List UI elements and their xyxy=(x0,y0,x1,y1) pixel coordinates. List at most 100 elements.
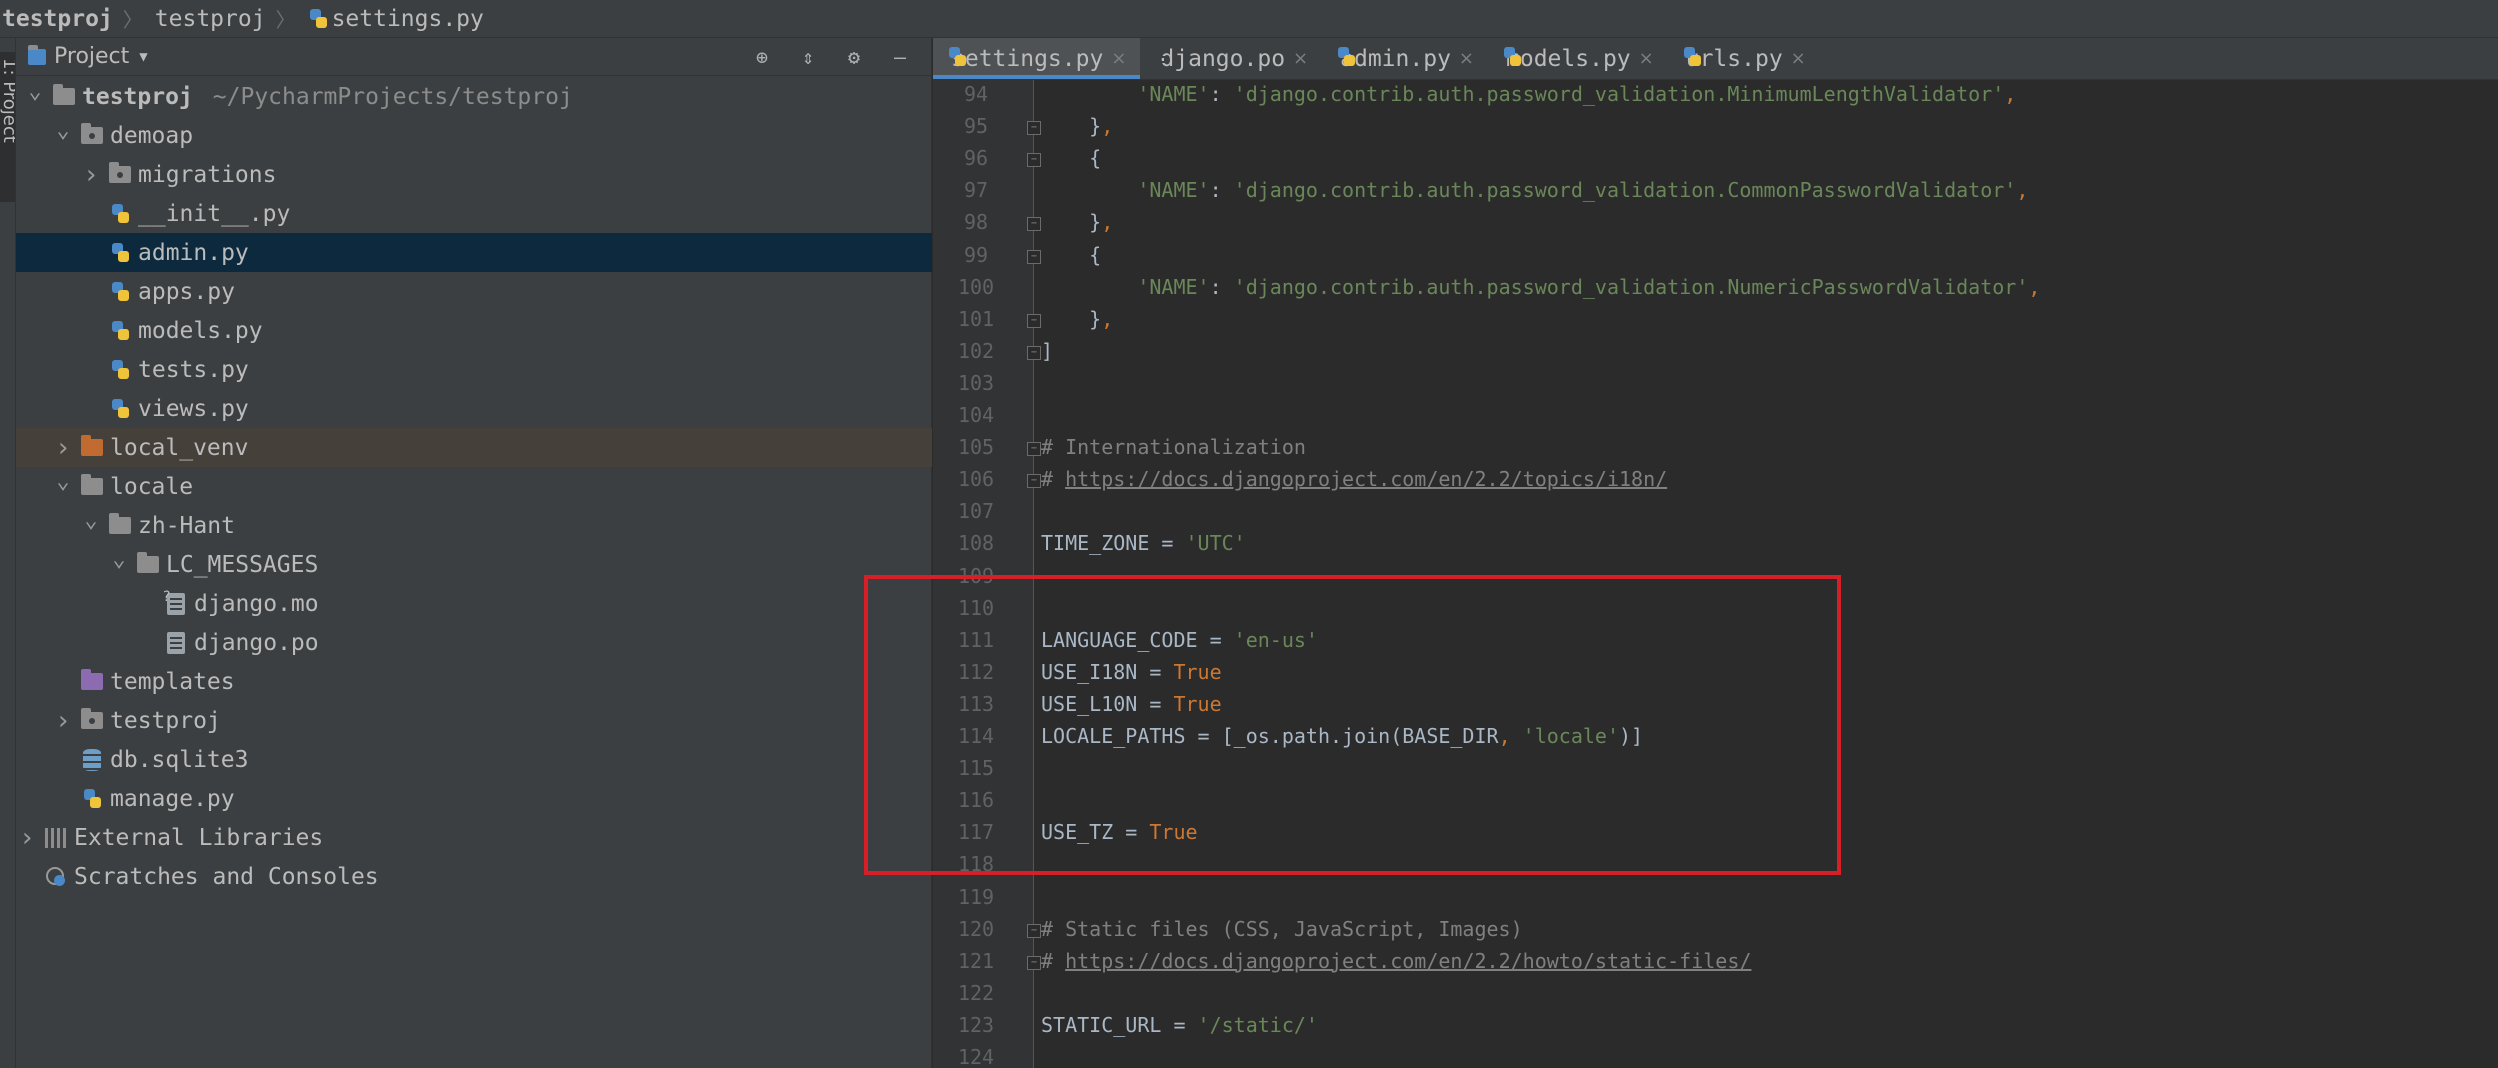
tree-item[interactable]: › local_venv xyxy=(16,428,932,467)
tab-settings-py[interactable]: settings.py × xyxy=(933,38,1141,79)
highlight-annotation-box xyxy=(864,575,1841,875)
python-file-icon xyxy=(108,398,132,420)
minimize-icon[interactable]: — xyxy=(887,44,913,70)
code-line[interactable]: }, xyxy=(1041,307,1113,331)
excluded-folder-icon xyxy=(80,435,104,459)
tree-item[interactable]: › migrations xyxy=(16,155,932,194)
code-line[interactable]: }, xyxy=(1041,114,1113,138)
code-line[interactable]: 'NAME': 'django.contrib.auth.password_va… xyxy=(1041,178,2028,202)
chevron-down-icon[interactable]: ⌄ xyxy=(52,118,74,143)
tree-item[interactable]: ›templates xyxy=(16,662,932,701)
chevron-right-icon[interactable]: › xyxy=(80,160,102,190)
tree-item[interactable]: ›apps.py xyxy=(16,272,932,311)
tree-item[interactable]: ›Scratches and Consoles xyxy=(16,857,932,896)
close-icon[interactable]: × xyxy=(1791,48,1806,69)
po-file-icon xyxy=(164,631,188,654)
tree-item[interactable]: ⌄ locale xyxy=(16,467,932,506)
tab-models-py[interactable]: models.py × xyxy=(1488,38,1668,79)
tree-item[interactable]: ›models.py xyxy=(16,311,932,350)
python-file-icon xyxy=(108,320,132,342)
code-line[interactable]: 'NAME': 'django.contrib.auth.password_va… xyxy=(1041,82,2016,106)
tree-item[interactable]: ⌄ zh-Hant xyxy=(16,506,932,545)
tree-item[interactable]: ›manage.py xyxy=(16,779,932,818)
code-line[interactable]: # Static files (CSS, JavaScript, Images) xyxy=(1041,917,1523,941)
tree-item-label: models.py xyxy=(138,317,263,344)
python-file-icon xyxy=(80,788,104,810)
code-line[interactable]: { xyxy=(1041,243,1101,267)
project-view-selector[interactable]: Project xyxy=(54,44,129,69)
chevron-right-icon[interactable]: › xyxy=(52,433,74,463)
tree-item[interactable]: ›django.po xyxy=(16,623,932,662)
tab-urls-py[interactable]: urls.py × xyxy=(1668,38,1820,79)
tree-item[interactable]: › External Libraries xyxy=(16,818,932,857)
code-line[interactable]: # Internationalization xyxy=(1041,435,1306,459)
code-line[interactable]: }, xyxy=(1041,210,1113,234)
tree-item-label: templates xyxy=(110,668,235,695)
tab-admin-py[interactable]: admin.py × xyxy=(1322,38,1488,79)
breadcrumb-file[interactable]: settings.py xyxy=(306,6,484,32)
line-number: 103 xyxy=(957,370,995,395)
collapse-icon[interactable]: ⇕ xyxy=(795,44,821,70)
fold-marker-icon[interactable]: − xyxy=(1027,442,1041,457)
chevron-right-icon[interactable]: › xyxy=(52,706,74,736)
code-line[interactable]: TIME_ZONE = 'UTC' xyxy=(1041,531,1246,555)
tree-item[interactable]: › testproj xyxy=(16,701,932,740)
line-number: 122 xyxy=(957,980,995,1005)
chevron-right-icon[interactable]: › xyxy=(16,823,38,853)
tree-item[interactable]: ›django.mo xyxy=(16,584,932,623)
tree-item[interactable]: ⌄ LC_MESSAGES xyxy=(16,545,932,584)
code-line[interactable]: # https://docs.djangoproject.com/en/2.2/… xyxy=(1041,467,1667,491)
line-number: 98 xyxy=(963,210,989,235)
chevron-down-icon[interactable]: ⌄ xyxy=(24,79,46,104)
code-line[interactable]: ] xyxy=(1041,339,1053,363)
chevron-down-icon[interactable]: ▼ xyxy=(139,49,147,65)
fold-marker-icon[interactable]: − xyxy=(1027,249,1041,264)
code-editor[interactable]: 94 95 96 97 98 99 100 101 102 103 104 105 106 107 108 1… xyxy=(933,80,2498,1068)
chevron-down-icon[interactable]: ⌄ xyxy=(108,547,130,572)
code-line[interactable]: { xyxy=(1041,146,1101,170)
gear-icon[interactable]: ⚙ xyxy=(841,44,867,70)
close-icon[interactable]: × xyxy=(1111,48,1126,69)
tree-item-label: django.mo xyxy=(194,590,319,617)
tree-item[interactable]: ›views.py xyxy=(16,389,932,428)
project-tool-window-tab[interactable]: 1: Project xyxy=(0,52,15,202)
fold-marker-icon[interactable]: − xyxy=(1027,474,1041,489)
fold-marker-icon[interactable]: − xyxy=(1027,217,1041,232)
code-line[interactable]: # https://docs.djangoproject.com/en/2.2/… xyxy=(1041,949,1751,973)
fold-marker-icon[interactable]: − xyxy=(1027,955,1041,970)
line-number: 97 xyxy=(963,178,989,203)
tree-item[interactable]: ⌄ testproj ~/PycharmProjects/testproj xyxy=(16,77,932,116)
project-view-icon xyxy=(28,44,46,65)
fold-marker-icon[interactable]: − xyxy=(1027,153,1041,168)
tree-item-label: zh-Hant xyxy=(138,512,235,539)
tree-item[interactable]: ›admin.py xyxy=(16,233,932,272)
breadcrumb-package[interactable]: testproj xyxy=(153,6,266,32)
fold-marker-icon[interactable]: − xyxy=(1027,923,1041,938)
tab-django-po[interactable]: django.po × xyxy=(1140,38,1322,79)
locate-icon[interactable]: ⊕ xyxy=(749,44,775,70)
python-file-icon xyxy=(108,242,132,264)
folder-icon xyxy=(108,513,132,537)
close-icon[interactable]: × xyxy=(1459,48,1474,69)
tree-item-label: testproj xyxy=(110,707,221,734)
breadcrumb-separator-icon: 〉 xyxy=(275,8,296,32)
project-panel: Project ▼ ⊕ ⇕ ⚙ — ⌄ testproj ~/PycharmProj… xyxy=(16,38,932,1068)
close-icon[interactable]: × xyxy=(1639,48,1654,69)
fold-marker-icon[interactable]: − xyxy=(1027,121,1041,136)
chevron-down-icon[interactable]: ⌄ xyxy=(80,508,102,533)
breadcrumb-project[interactable]: testproj xyxy=(0,6,113,32)
tree-item[interactable]: ›db.sqlite3 xyxy=(16,740,932,779)
fold-marker-icon[interactable]: − xyxy=(1027,313,1041,328)
tree-item[interactable]: ›__init__.py xyxy=(16,194,932,233)
close-icon[interactable]: × xyxy=(1293,48,1308,69)
fold-marker-icon[interactable]: − xyxy=(1027,345,1041,360)
code-line[interactable]: STATIC_URL = '/static/' xyxy=(1041,1013,1318,1037)
package-folder-icon xyxy=(108,162,132,186)
mo-file-icon xyxy=(163,589,188,615)
tree-item[interactable]: ›tests.py xyxy=(16,350,932,389)
chevron-down-icon[interactable]: ⌄ xyxy=(52,469,74,494)
line-number: 105 xyxy=(957,435,995,460)
tree-item[interactable]: ⌄ demoap xyxy=(16,116,932,155)
tree-item-label: views.py xyxy=(138,395,249,422)
code-line[interactable]: 'NAME': 'django.contrib.auth.password_va… xyxy=(1041,275,2040,299)
